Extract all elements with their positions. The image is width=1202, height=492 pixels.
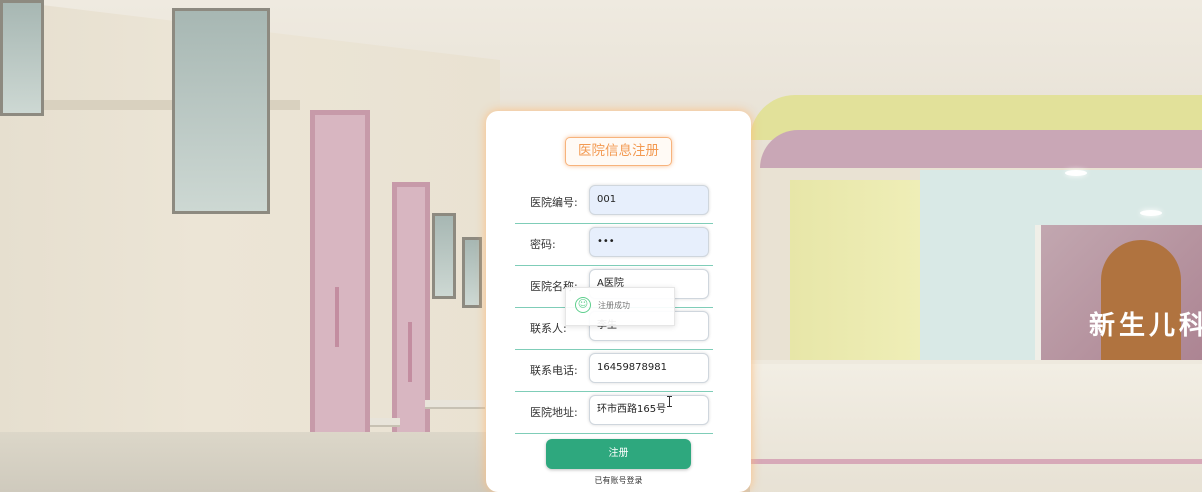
password-input[interactable]: ••• — [589, 227, 709, 257]
login-link[interactable]: 已有账号登录 — [486, 475, 751, 486]
field-label: 联系电话: — [530, 364, 578, 377]
register-button[interactable]: 注册 — [546, 439, 691, 469]
corridor-window — [462, 237, 482, 308]
field-hospital-id: 医院编号: 001 — [515, 181, 713, 224]
corridor-window — [172, 8, 270, 214]
form-title: 医院信息注册 — [565, 137, 672, 166]
text-cursor-icon — [667, 396, 672, 407]
ceiling-light — [1140, 210, 1162, 216]
hospital-id-input[interactable]: 001 — [589, 185, 709, 215]
handrail — [370, 418, 400, 427]
field-hospital-address: 医院地址: 环市西路165号 — [515, 391, 713, 434]
reception-counter — [750, 360, 1202, 492]
field-contact-phone: 联系电话: 16459878981 — [515, 349, 713, 392]
pink-ceiling-band — [760, 130, 1202, 168]
field-label: 医院地址: — [530, 406, 578, 419]
field-password: 密码: ••• — [515, 223, 713, 266]
field-label: 联系人: — [530, 322, 567, 335]
toast-message: 注册成功 — [598, 301, 630, 310]
field-label: 医院编号: — [530, 196, 578, 209]
corridor-window — [432, 213, 456, 299]
field-label: 密码: — [530, 238, 556, 251]
success-toast: ☺ 注册成功 — [565, 287, 675, 326]
handrail — [425, 400, 485, 409]
hospital-address-input[interactable]: 环市西路165号 — [589, 395, 709, 425]
contact-phone-input[interactable]: 16459878981 — [589, 353, 709, 383]
smile-icon: ☺ — [575, 297, 591, 313]
mural-text: 新生儿科 — [1089, 311, 1202, 341]
ceiling-light — [1065, 170, 1087, 176]
corridor-window — [0, 0, 44, 116]
